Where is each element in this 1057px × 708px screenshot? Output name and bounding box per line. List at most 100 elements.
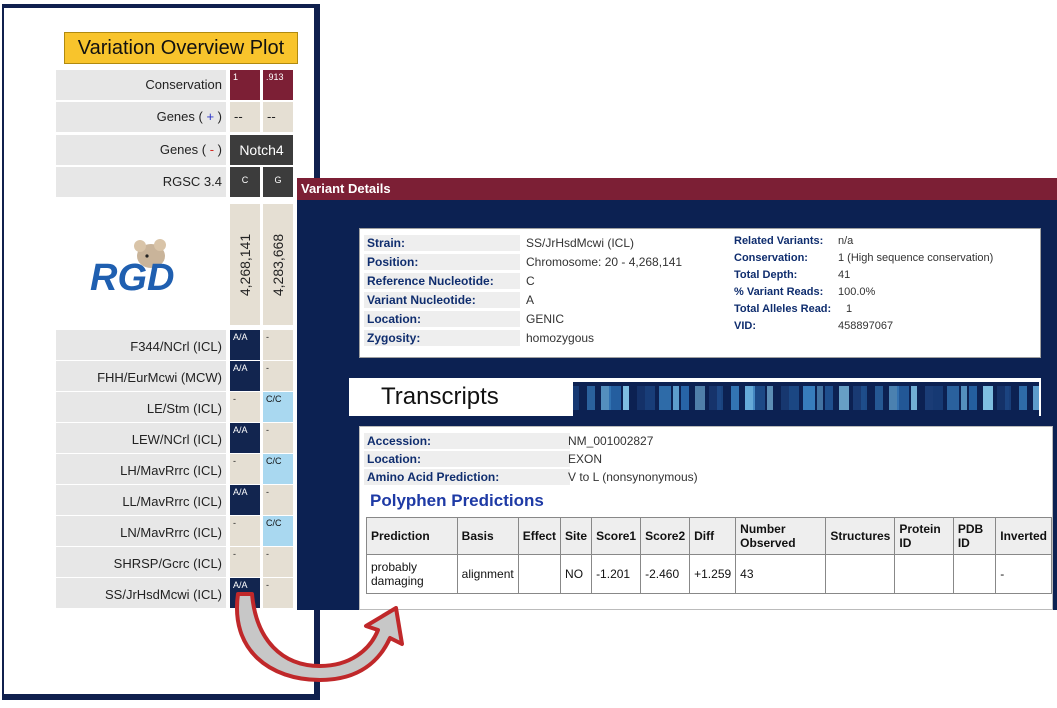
banner-decoration-segment: [781, 386, 789, 410]
polyphen-cell: [952, 554, 997, 594]
rgd-logo-text: RGD: [90, 257, 174, 299]
position-2: 4,283,668: [270, 233, 286, 296]
polyphen-table: Prediction Basis Effect Site Score1 Score2 Dif…: [366, 517, 1052, 594]
rat-ear-right: [154, 239, 166, 251]
banner-decoration-segment: [897, 386, 909, 410]
banner-decoration-segment: [861, 386, 867, 410]
genotype-cell[interactable]: C/C: [263, 516, 293, 546]
genes-plus-track-label: Genes ( + ): [56, 102, 226, 132]
banner-decoration-segment: [961, 386, 967, 410]
genotype-cell[interactable]: -: [263, 361, 293, 391]
polyphen-cell: alignment: [456, 554, 519, 594]
banner-decoration-segment: [969, 386, 977, 410]
strain-label: SHRSP/Gcrc (ICL): [56, 547, 226, 577]
polyphen-column-header: Basis: [456, 517, 519, 555]
banner-decoration-segment: [911, 386, 917, 410]
zygosity-label: Zygosity:: [364, 330, 520, 346]
transcripts-title: Transcripts: [381, 383, 499, 410]
banner-decoration-segment: [673, 386, 679, 410]
banner-decoration-segment: [875, 386, 883, 410]
genes-minus-suffix: ): [217, 142, 222, 157]
banner-decoration-segment: [767, 386, 773, 410]
genotype-cell[interactable]: A/A: [230, 361, 260, 391]
strain-label: LEW/NCrl (ICL): [56, 423, 226, 453]
banner-decoration-segment: [645, 386, 655, 410]
banner-decoration-segment: [573, 386, 579, 410]
polyphen-column-header: PDB ID: [952, 517, 997, 555]
transcripts-box: Accession: NM_001002827 Location: EXON A…: [359, 426, 1053, 610]
curved-arrow-icon: [234, 592, 404, 682]
polyphen-column-header: Structures: [825, 517, 896, 555]
banner-decoration-segment: [659, 386, 671, 410]
vid-value: 458897067: [838, 320, 894, 332]
genotype-cell[interactable]: A/A: [230, 330, 260, 360]
banner-decoration-segment: [1019, 386, 1027, 410]
location-value: GENIC: [526, 312, 565, 326]
transcripts-banner-decoration: [573, 382, 1039, 416]
transcript-location-value: EXON: [568, 452, 603, 466]
position-1: 4,268,141: [237, 233, 253, 296]
plot-title-button[interactable]: Variation Overview Plot: [64, 32, 298, 64]
variant-info-box: Strain: SS/JrHsdMcwi (ICL) Position: Chr…: [359, 228, 1041, 358]
conservation-value-1[interactable]: 1: [230, 70, 260, 100]
accession-label: Accession:: [364, 433, 570, 449]
amino-acid-prediction-label: Amino Acid Prediction:: [364, 469, 570, 485]
total-depth-label: Total Depth:: [734, 269, 798, 281]
genotype-cell[interactable]: A/A: [230, 423, 260, 453]
banner-decoration-segment: [731, 386, 739, 410]
genotype-cell[interactable]: -: [230, 547, 260, 577]
strain-value: SS/JrHsdMcwi (ICL): [526, 236, 635, 250]
polyphen-column-header: Effect: [517, 517, 562, 555]
location-label: Location:: [364, 311, 520, 327]
zygosity-value: homozygous: [526, 331, 595, 345]
polyphen-cell: [825, 554, 896, 594]
polyphen-column-header: Site: [560, 517, 593, 555]
rgd-logo-graphic: RGD: [90, 239, 174, 299]
polyphen-title: Polyphen Predictions: [370, 491, 544, 510]
genes-minus-track-label: Genes ( - ): [56, 135, 226, 165]
genotype-cell[interactable]: -: [230, 392, 260, 422]
rat-ear-left: [134, 240, 146, 252]
related-variants-label: Related Variants:: [734, 235, 824, 247]
genotype-cell[interactable]: -: [230, 454, 260, 484]
polyphen-cell: [517, 554, 562, 594]
polyphen-column-header: Number Observed: [735, 517, 827, 555]
polyphen-column-header: Diff: [689, 517, 737, 555]
banner-decoration-segment: [825, 386, 833, 410]
polyphen-cell: -2.460: [640, 554, 691, 594]
rgsc-ref-1: C: [230, 167, 260, 197]
position-label: Position:: [364, 254, 520, 270]
banner-decoration-segment: [947, 386, 959, 410]
genotype-cell[interactable]: -: [263, 485, 293, 515]
conservation-value: 1 (High sequence conservation): [838, 252, 994, 264]
banner-decoration-segment: [817, 386, 823, 410]
related-variants-value: n/a: [838, 235, 854, 247]
strain-label: LL/MavRrrc (ICL): [56, 485, 226, 515]
banner-decoration-segment: [1033, 386, 1039, 410]
accession-value[interactable]: NM_001002827: [568, 434, 653, 448]
polyphen-column-header: Protein ID: [894, 517, 954, 555]
polyphen-column-header: Inverted: [995, 517, 1052, 555]
transcripts-banner: Transcripts: [349, 378, 1041, 416]
rgd-logo[interactable]: RGD: [56, 204, 226, 325]
genotype-cell[interactable]: -: [263, 330, 293, 360]
variant-nucleotide-value: A: [526, 293, 535, 307]
genotype-cell[interactable]: C/C: [263, 454, 293, 484]
position-value: Chromosome: 20 - 4,268,141: [526, 255, 683, 269]
genotype-cell[interactable]: -: [263, 423, 293, 453]
rgsc-ref-2: G: [263, 167, 293, 197]
genotype-cell[interactable]: C/C: [263, 392, 293, 422]
rgsc-track-label: RGSC 3.4: [56, 167, 226, 197]
conservation-track-label: Conservation: [56, 70, 226, 100]
genotype-cell[interactable]: -: [263, 547, 293, 577]
genotype-cell[interactable]: A/A: [230, 485, 260, 515]
banner-decoration-segment: [695, 386, 705, 410]
conservation-value-2[interactable]: .913: [263, 70, 293, 100]
genotype-cell[interactable]: -: [230, 516, 260, 546]
strain-label: F344/NCrl (ICL): [56, 330, 226, 360]
polyphen-column-header: Prediction: [366, 517, 458, 555]
amino-acid-prediction-value: V to L (nonsynonymous): [568, 470, 698, 484]
vid-label: VID:: [734, 320, 756, 332]
strain-label: FHH/EurMcwi (MCW): [56, 361, 226, 391]
gene-notch4-block[interactable]: Notch4: [230, 135, 293, 165]
